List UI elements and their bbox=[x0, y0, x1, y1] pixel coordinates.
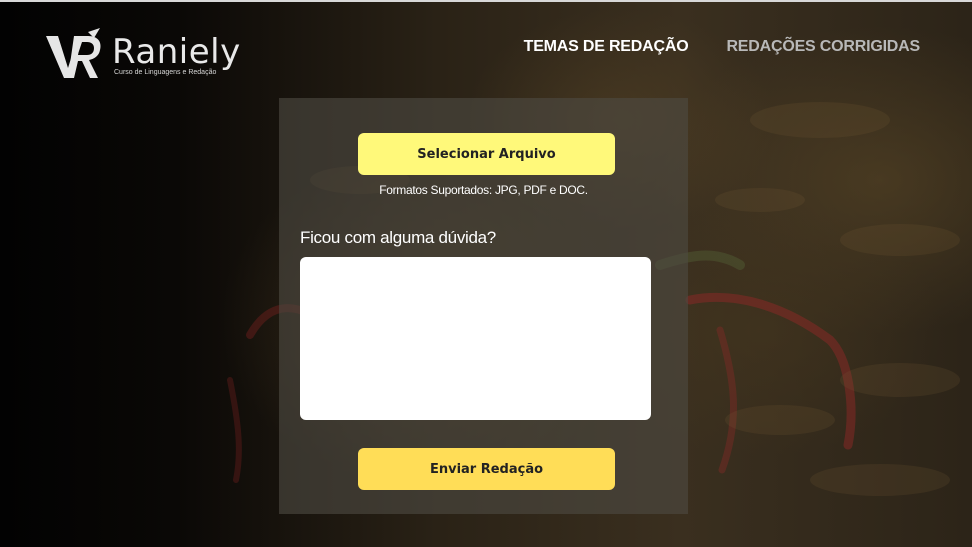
nav-redacoes-corrigidas[interactable]: REDAÇÕES CORRIGIDAS bbox=[726, 38, 920, 56]
supported-formats-text: Formatos Suportados: JPG, PDF e DOC. bbox=[379, 183, 588, 197]
brand-name: Raniely bbox=[112, 32, 241, 72]
main-nav: TEMAS DE REDAÇÃO REDAÇÕES CORRIGIDAS bbox=[524, 38, 921, 56]
brand-logo[interactable]: Raniely Curso de Linguagens e Redação bbox=[44, 26, 254, 86]
submit-essay-button[interactable]: Enviar Redação bbox=[358, 448, 615, 490]
page: Raniely Curso de Linguagens e Redação TE… bbox=[0, 0, 972, 547]
question-label: Ficou com alguma dúvida? bbox=[300, 228, 496, 247]
nav-temas-de-redacao[interactable]: TEMAS DE REDAÇÃO bbox=[524, 38, 689, 56]
brand-tagline: Curso de Linguagens e Redação bbox=[114, 69, 217, 76]
select-file-button[interactable]: Selecionar Arquivo bbox=[358, 133, 615, 175]
submission-panel: Selecionar Arquivo Formatos Suportados: … bbox=[279, 98, 688, 514]
vr-monogram-icon bbox=[46, 28, 101, 78]
question-textarea[interactable] bbox=[300, 257, 651, 420]
